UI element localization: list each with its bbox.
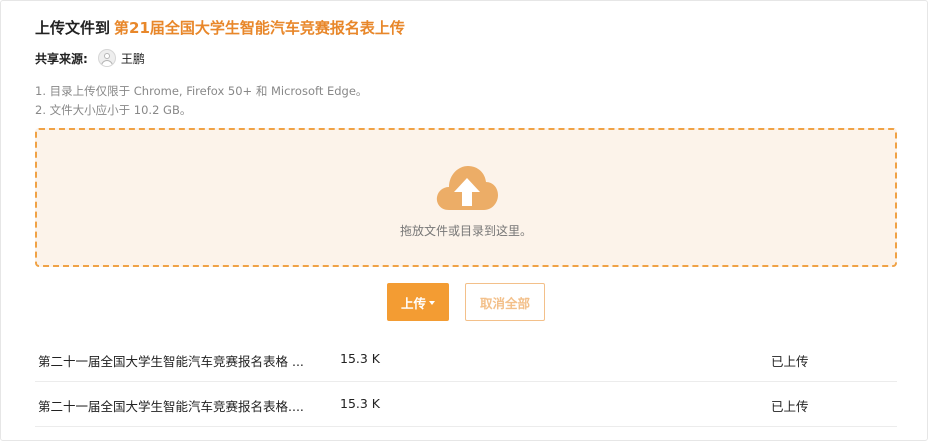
file-dropzone[interactable]: 拖放文件或目录到这里。: [35, 128, 897, 267]
upload-file-list: 第二十一届全国大学生智能汽车竞赛报名表格 ... 15.3 K 已上传 第二十一…: [35, 337, 897, 427]
share-source: 共享来源: 王鹏: [35, 47, 145, 69]
cancel-all-button[interactable]: 取消全部: [465, 283, 545, 321]
upload-button[interactable]: 上传: [387, 283, 449, 321]
share-user-name[interactable]: 王鹏: [121, 50, 145, 67]
note-item: 1. 目录上传仅限于 Chrome, Firefox 50+ 和 Microso…: [35, 84, 368, 98]
file-name: 第二十一届全国大学生智能汽车竞赛报名表格 ...: [38, 354, 304, 369]
upload-button-label: 上传: [400, 295, 426, 311]
user-icon-body: [100, 60, 113, 66]
file-row: 第二十一届全国大学生智能汽车竞赛报名表格.... 15.3 K 已上传: [35, 382, 897, 427]
file-status: 已上传: [771, 354, 809, 369]
cloud-upload-icon: [436, 166, 498, 210]
file-size: 15.3 K: [340, 396, 381, 411]
file-name: 第二十一届全国大学生智能汽车竞赛报名表格....: [38, 399, 304, 414]
page-title: 上传文件到 第21届全国大学生智能汽车竞赛报名表上传: [35, 17, 405, 38]
caret-down-icon: [429, 301, 435, 305]
upload-panel: 上传文件到 第21届全国大学生智能汽车竞赛报名表上传 共享来源: 王鹏 1. 目录…: [0, 0, 928, 441]
file-size: 15.3 K: [340, 351, 381, 366]
title-prefix: 上传文件到: [35, 19, 111, 37]
avatar: [97, 49, 116, 67]
user-icon: [103, 53, 110, 59]
share-source-label: 共享来源:: [35, 51, 88, 66]
file-row: 第二十一届全国大学生智能汽车竞赛报名表格 ... 15.3 K 已上传: [35, 337, 897, 382]
upload-notes: 1. 目录上传仅限于 Chrome, Firefox 50+ 和 Microso…: [35, 82, 367, 120]
cancel-all-button-label: 取消全部: [479, 295, 530, 311]
dropzone-text: 拖放文件或目录到这里。: [399, 224, 532, 238]
note-item: 2. 文件大小应小于 10.2 GB。: [35, 103, 192, 117]
file-status: 已上传: [771, 399, 809, 414]
target-library-name[interactable]: 第21届全国大学生智能汽车竞赛报名表上传: [114, 19, 405, 37]
